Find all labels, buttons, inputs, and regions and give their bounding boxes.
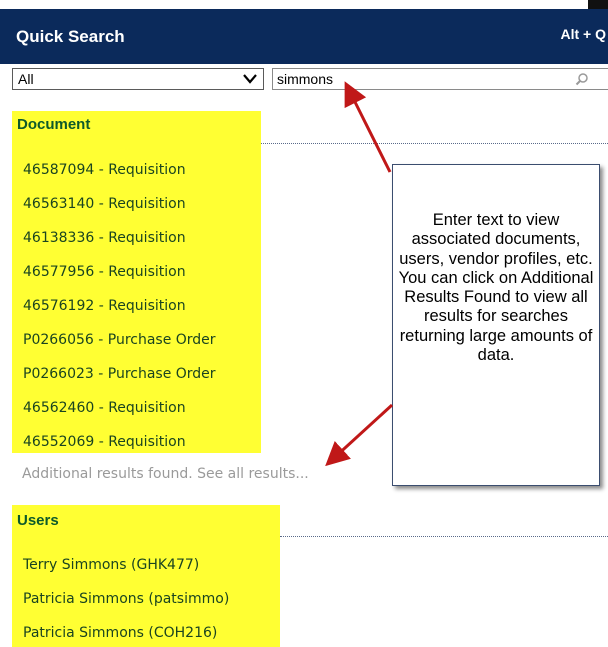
document-item[interactable]: 46552069 - Requisition <box>23 434 186 450</box>
user-item[interactable]: Patricia Simmons (patsimmo) <box>23 591 229 607</box>
document-item[interactable]: 46577956 - Requisition <box>23 264 186 280</box>
window-corner <box>588 0 608 9</box>
search-input-value: simmons <box>277 71 334 87</box>
panel-title: Quick Search <box>16 27 125 46</box>
arrow-to-search <box>344 81 392 173</box>
document-item[interactable]: 46563140 - Requisition <box>23 196 186 212</box>
chevron-down-icon <box>243 74 257 84</box>
search-input[interactable]: simmons <box>272 68 608 90</box>
help-callout-text: Enter text to view associated documents,… <box>398 211 594 365</box>
top-strip <box>0 0 608 9</box>
keyboard-shortcut-hint: Alt + Q <box>560 26 606 42</box>
quick-search-header: Quick Search Alt + Q <box>0 9 608 64</box>
document-item[interactable]: 46576192 - Requisition <box>23 298 186 314</box>
document-item[interactable]: 46587094 - Requisition <box>23 162 186 178</box>
user-item[interactable]: Patricia Simmons (COH216) <box>23 625 217 641</box>
search-controls: All simmons <box>0 64 608 102</box>
users-section-title: Users <box>17 512 59 529</box>
document-section-title: Document <box>17 116 91 133</box>
document-item[interactable]: P0266056 - Purchase Order <box>23 332 216 348</box>
search-scope-select[interactable]: All <box>12 68 264 90</box>
document-item[interactable]: P0266023 - Purchase Order <box>23 366 216 382</box>
search-icon[interactable] <box>575 72 589 86</box>
arrow-to-more-link <box>325 403 394 467</box>
search-scope-value: All <box>18 71 34 87</box>
document-item[interactable]: 46562460 - Requisition <box>23 400 186 416</box>
see-all-results-link[interactable]: Additional results found. See all result… <box>22 466 309 482</box>
users-section-divider <box>280 536 608 537</box>
user-item[interactable]: Terry Simmons (GHK477) <box>23 557 199 573</box>
document-section-divider <box>261 143 608 144</box>
help-callout: Enter text to view associated documents,… <box>392 164 600 486</box>
document-item[interactable]: 46138336 - Requisition <box>23 230 186 246</box>
